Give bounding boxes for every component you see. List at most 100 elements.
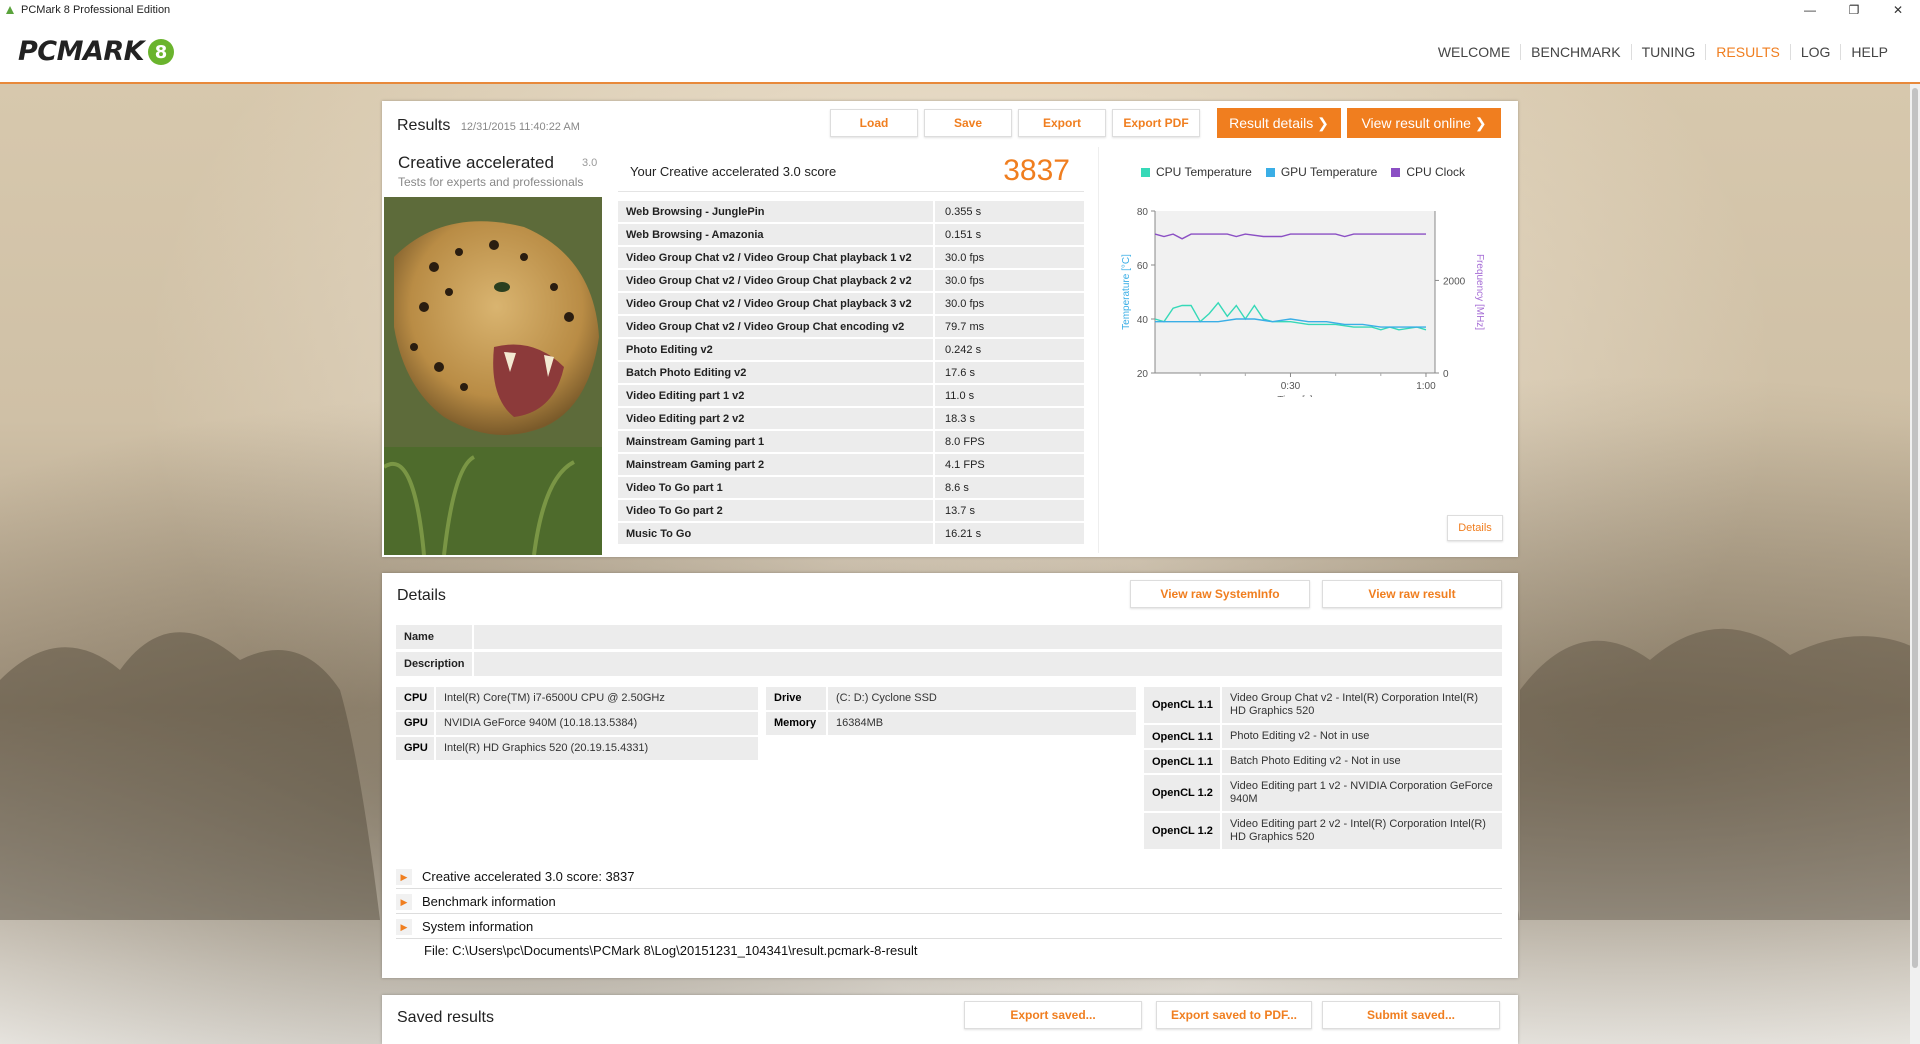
legend-label: CPU Temperature <box>1156 165 1252 179</box>
result-row: Video Group Chat v2 / Video Group Chat p… <box>618 247 1084 268</box>
view-result-online-button[interactable]: View result online ❯ <box>1347 108 1501 138</box>
result-name: Music To Go <box>618 523 933 544</box>
minimize-button[interactable]: — <box>1788 0 1832 20</box>
submit-saved-button[interactable]: Submit saved... <box>1322 1001 1500 1029</box>
spec-key: Drive <box>766 687 826 710</box>
nav-welcome[interactable]: WELCOME <box>1428 44 1520 60</box>
scrollbar-thumb[interactable] <box>1912 88 1918 968</box>
expander-system-info[interactable]: ▶ System information <box>396 915 1502 939</box>
expander-benchmark-info[interactable]: ▶ Benchmark information <box>396 890 1502 914</box>
details-button[interactable]: Details <box>1447 515 1503 541</box>
score-box: Your Creative accelerated 3.0 score 3837 <box>618 152 1084 192</box>
export-saved-pdf-button[interactable]: Export saved to PDF... <box>1156 1001 1312 1029</box>
expander-score[interactable]: ▶ Creative accelerated 3.0 score: 3837 <box>396 865 1502 889</box>
nav-help[interactable]: HELP <box>1840 44 1898 60</box>
legend-swatch <box>1391 167 1401 177</box>
chart-plot: 20 40 60 80 0 2000 0:30 1:00 Time [s] Temperature… <box>1121 207 1485 397</box>
caret-right-icon: ▶ <box>396 868 412 885</box>
spec-value: Intel(R) Core(TM) i7-6500U CPU @ 2.50GHz <box>436 687 758 710</box>
nav-results[interactable]: RESULTS <box>1705 44 1790 60</box>
test-version: 3.0 <box>582 157 598 169</box>
result-name: Mainstream Gaming part 1 <box>618 431 933 452</box>
legend-cpu-clock[interactable]: CPU Clock <box>1391 165 1465 179</box>
result-row: Batch Photo Editing v2 17.6 s <box>618 362 1084 383</box>
test-description: Tests for experts and professionals <box>398 175 584 189</box>
chart-legend: CPU Temperature GPU Temperature CPU Cloc… <box>1141 165 1479 179</box>
result-name: Video Group Chat v2 / Video Group Chat p… <box>618 247 933 268</box>
view-raw-result-button[interactable]: View raw result <box>1322 580 1502 608</box>
description-row: Description <box>396 652 1502 676</box>
result-value: 30.0 fps <box>933 270 1084 291</box>
result-value: 16.21 s <box>933 523 1084 544</box>
window-titlebar: PCMark 8 Professional Edition — ❐ ✕ <box>0 0 1920 20</box>
legend-cpu-temperature[interactable]: CPU Temperature <box>1141 165 1252 179</box>
export-button[interactable]: Export <box>1018 109 1106 137</box>
result-value: 0.151 s <box>933 224 1084 245</box>
window-title: PCMark 8 Professional Edition <box>21 4 171 16</box>
pcmark-logo: PCMARK 8 <box>18 36 176 67</box>
chevron-right-icon: ❯ <box>1474 115 1487 131</box>
opencl-row: OpenCL 1.2 Video Editing part 1 v2 - NVID… <box>1144 775 1502 811</box>
results-title: Results <box>397 117 451 134</box>
result-value: 0.242 s <box>933 339 1084 360</box>
x-axis-label: Time [s] <box>1277 395 1312 397</box>
nav-log[interactable]: LOG <box>1789 44 1841 60</box>
expander-label: System information <box>422 919 534 934</box>
result-row: Video Editing part 2 v2 18.3 s <box>618 408 1084 429</box>
details-title: Details <box>397 587 446 604</box>
result-row: Photo Editing v2 0.242 s <box>618 339 1084 360</box>
export-pdf-button[interactable]: Export PDF <box>1112 109 1200 137</box>
chevron-right-icon: ❯ <box>1317 115 1329 131</box>
opencl-row: OpenCL 1.1 Video Group Chat v2 - Intel(R)… <box>1144 687 1502 723</box>
main-nav: WELCOME BENCHMARK TUNING RESULTS LOG HEL… <box>1428 44 1898 60</box>
logo-eight-icon: 8 <box>148 38 175 65</box>
nav-benchmark[interactable]: BENCHMARK <box>1520 44 1630 60</box>
name-row: Name <box>396 625 1502 649</box>
result-value: 17.6 s <box>933 362 1084 383</box>
y-right-tick-label: 0 <box>1443 369 1449 380</box>
result-name: Video Editing part 1 v2 <box>618 385 933 406</box>
plot-background <box>1155 211 1435 373</box>
result-value: 30.0 fps <box>933 293 1084 314</box>
spec-key: CPU <box>396 687 434 710</box>
opencl-key: OpenCL 1.1 <box>1144 687 1220 723</box>
opencl-key: OpenCL 1.1 <box>1144 725 1220 748</box>
result-name: Mainstream Gaming part 2 <box>618 454 933 475</box>
result-row: Video Group Chat v2 / Video Group Chat e… <box>618 316 1084 337</box>
opencl-row: OpenCL 1.1 Batch Photo Editing v2 - Not i… <box>1144 750 1502 773</box>
spec-key: GPU <box>396 712 434 735</box>
result-row: Web Browsing - JunglePin 0.355 s <box>618 201 1084 222</box>
result-row: Video Group Chat v2 / Video Group Chat p… <box>618 270 1084 291</box>
result-value: 11.0 s <box>933 385 1084 406</box>
result-value: 79.7 ms <box>933 316 1084 337</box>
nav-tuning[interactable]: TUNING <box>1630 44 1706 60</box>
name-value[interactable] <box>474 625 1502 649</box>
result-value: 30.0 fps <box>933 247 1084 268</box>
view-raw-systeminfo-button[interactable]: View raw SystemInfo <box>1130 580 1310 608</box>
save-button[interactable]: Save <box>924 109 1012 137</box>
export-saved-button[interactable]: Export saved... <box>964 1001 1142 1029</box>
spec-value: NVIDIA GeForce 940M (10.18.13.5384) <box>436 712 758 735</box>
result-details-button[interactable]: Result details ❯ <box>1217 108 1341 138</box>
opencl-value: Photo Editing v2 - Not in use <box>1222 725 1502 748</box>
legend-label: GPU Temperature <box>1280 165 1378 179</box>
monitoring-chart: CPU Temperature GPU Temperature CPU Cloc… <box>1098 147 1512 553</box>
close-button[interactable]: ✕ <box>1876 0 1920 20</box>
result-value: 18.3 s <box>933 408 1084 429</box>
result-row: Video Editing part 1 v2 11.0 s <box>618 385 1084 406</box>
result-row: Mainstream Gaming part 2 4.1 FPS <box>618 454 1084 475</box>
expander-label: Creative accelerated 3.0 score: 3837 <box>422 869 635 884</box>
legend-gpu-temperature[interactable]: GPU Temperature <box>1265 165 1378 179</box>
result-row: Video To Go part 1 8.6 s <box>618 477 1084 498</box>
restore-button[interactable]: ❐ <box>1832 0 1876 20</box>
y-left-tick-label: 80 <box>1137 207 1149 218</box>
saved-results-title: Saved results <box>397 1009 494 1026</box>
caret-right-icon: ▶ <box>396 918 412 935</box>
results-panel: Results 12/31/2015 11:40:22 AM Load Save… <box>382 101 1518 557</box>
description-value[interactable] <box>474 652 1502 676</box>
load-button[interactable]: Load <box>830 109 918 137</box>
saved-results-panel: Saved results Export saved... Export sav… <box>382 995 1518 1044</box>
result-name: Photo Editing v2 <box>618 339 933 360</box>
leopard-image <box>384 197 602 555</box>
vertical-scrollbar[interactable] <box>1910 84 1920 1044</box>
